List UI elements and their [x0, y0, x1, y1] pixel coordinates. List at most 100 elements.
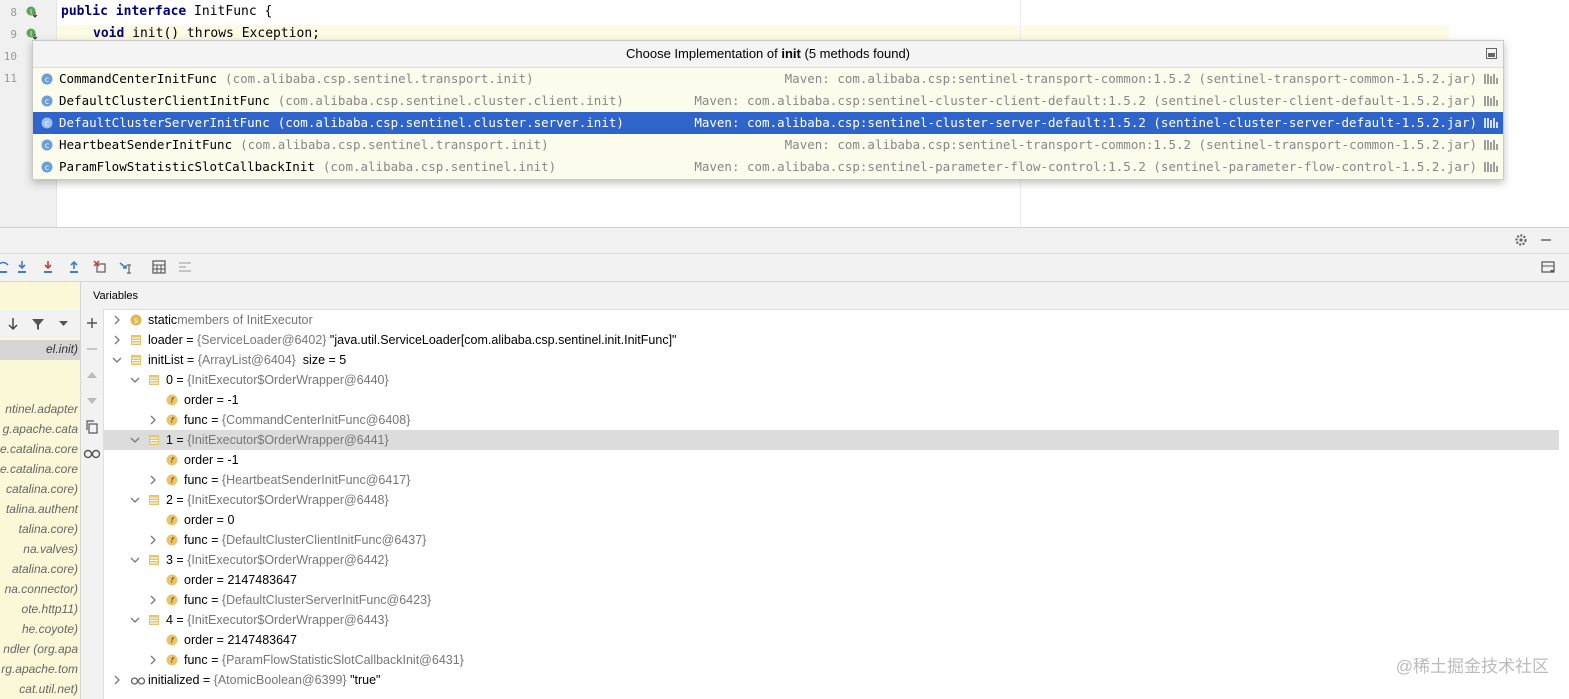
evaluate-expression-icon[interactable] [152, 260, 166, 274]
variable-row[interactable]: 0 = {InitExecutor$OrderWrapper@6440} [104, 370, 1559, 390]
variable-equals: = [199, 673, 214, 687]
variable-row[interactable]: s staticmembers of InitExecutor [104, 310, 1559, 330]
move-down-icon[interactable] [85, 394, 99, 408]
variable-row[interactable]: f func = {DefaultClusterClientInitFunc@64… [104, 530, 1559, 550]
move-up-icon[interactable] [85, 368, 99, 382]
chevron-down-icon[interactable] [130, 495, 140, 505]
chevron-right-icon[interactable] [112, 675, 122, 685]
implementation-item[interactable]: c DefaultClusterClientInitFunc (com.alibab… [33, 90, 1503, 112]
chevron-right-icon[interactable] [148, 595, 158, 605]
stack-frame[interactable]: el.init) [46, 342, 78, 356]
add-watch-icon[interactable] [85, 316, 99, 330]
chevron-down-icon[interactable] [130, 435, 140, 445]
step-into-icon[interactable] [15, 260, 29, 274]
stack-frame[interactable]: atalina.core) [12, 562, 78, 576]
library-icon [1484, 118, 1498, 128]
stack-frame[interactable]: ndler (org.apa [3, 642, 78, 656]
chevron-right-icon[interactable] [148, 655, 158, 665]
variable-row[interactable]: f order = -1 [104, 390, 1559, 410]
class-icon: c [41, 95, 53, 107]
class-name: DefaultClusterServerInitFunc [59, 115, 270, 130]
variable-row[interactable]: 4 = {InitExecutor$OrderWrapper@6443} [104, 610, 1559, 630]
variable-row[interactable]: f func = {ParamFlowStatisticSlotCallbackI… [104, 650, 1559, 670]
chevron-down-icon[interactable] [112, 355, 122, 365]
stack-frame[interactable]: na.valves) [23, 542, 78, 556]
minimize-icon[interactable] [1539, 233, 1553, 247]
implemented-method-gutter-icon[interactable]: I [26, 28, 38, 40]
remove-watch-icon[interactable] [85, 342, 99, 356]
implementation-item[interactable]: c DefaultClusterServerInitFunc (com.alibab… [33, 112, 1503, 134]
library-icon [1484, 162, 1498, 172]
stack-frame[interactable]: he.coyote) [22, 622, 78, 636]
stack-frame[interactable]: e.catalina.core [0, 442, 78, 456]
drop-frame-icon[interactable] [93, 260, 107, 274]
stack-frame[interactable]: ote.http11) [22, 602, 78, 616]
force-step-into-icon[interactable] [41, 260, 55, 274]
run-to-cursor-icon[interactable] [119, 260, 133, 274]
chevron-down-icon[interactable] [130, 555, 140, 565]
field-icon: f [166, 574, 178, 586]
chevron-right-icon[interactable] [112, 315, 122, 325]
show-watches-icon[interactable] [83, 446, 101, 460]
gear-icon[interactable] [1514, 233, 1528, 247]
variable-type: {HeartbeatSenderInitFunc@6417} [221, 473, 411, 487]
stack-frame[interactable]: talina.core) [19, 522, 78, 536]
implementation-item[interactable]: c CommandCenterInitFunc (com.alibaba.csp.s… [33, 68, 1503, 90]
code-line-8[interactable]: public interface InitFunc { [61, 4, 272, 19]
library-icon [1484, 140, 1498, 150]
arrow-down-icon[interactable] [6, 317, 20, 331]
variable-name: initialized [148, 673, 200, 687]
filter-icon[interactable] [31, 317, 45, 331]
variable-row[interactable]: f order = 2147483647 [104, 630, 1559, 650]
variable-row[interactable]: f func = {HeartbeatSenderInitFunc@6417} [104, 470, 1559, 490]
frames-list[interactable]: el.init) ntinel.adapter g.apache.cata e.cat… [0, 282, 81, 699]
stack-frame[interactable]: talina.authent [6, 502, 78, 516]
stack-frame[interactable]: ntinel.adapter [5, 402, 78, 416]
variable-row[interactable]: 1 = {InitExecutor$OrderWrapper@6441} [104, 430, 1559, 450]
variable-row[interactable]: f order = 0 [104, 510, 1559, 530]
variable-equals: = [207, 533, 222, 547]
variable-type: {InitExecutor$OrderWrapper@6443} [187, 613, 389, 627]
copy-icon[interactable] [85, 420, 99, 434]
stack-frame[interactable]: rg.apache.tom [1, 662, 78, 676]
code-line-9[interactable]: void init() throws Exception; [93, 26, 320, 41]
stack-frame[interactable]: catalina.core) [6, 482, 78, 496]
maven-artifact: Maven: com.alibaba.csp:sentinel-paramete… [694, 159, 1477, 174]
stack-frame[interactable]: na.connector) [5, 582, 78, 596]
variable-row[interactable]: f order = 2147483647 [104, 570, 1559, 590]
variable-row[interactable]: initialized = {AtomicBoolean@6399} "true… [104, 670, 1559, 690]
chevron-right-icon[interactable] [148, 475, 158, 485]
variable-row[interactable]: f func = {DefaultClusterServerInitFunc@64… [104, 590, 1559, 610]
variable-row[interactable]: f func = {CommandCenterInitFunc@6408} [104, 410, 1559, 430]
chevron-right-icon[interactable] [112, 335, 122, 345]
variable-row[interactable]: initList = {ArrayList@6404} size = 5 [104, 350, 1559, 370]
choose-implementation-popup[interactable]: Choose Implementation of init (5 methods… [32, 40, 1504, 180]
variable-row[interactable]: 3 = {InitExecutor$OrderWrapper@6442} [104, 550, 1559, 570]
variable-name: order [184, 453, 214, 467]
stack-frame[interactable]: e.catalina.core [0, 462, 78, 476]
trace-current-stream-icon[interactable] [178, 260, 192, 274]
implementation-name: ParamFlowStatisticSlotCallbackInit (com.a… [59, 156, 556, 178]
variable-equals: = [207, 593, 222, 607]
variables-tree[interactable]: s staticmembers of InitExecutor loader = {… [104, 310, 1569, 699]
chevron-right-icon[interactable] [148, 535, 158, 545]
implementation-item[interactable]: c ParamFlowStatisticSlotCallbackInit (com.… [33, 156, 1503, 178]
step-out-icon[interactable] [67, 260, 81, 274]
variable-row[interactable]: f order = -1 [104, 450, 1559, 470]
implemented-by-gutter-icon[interactable]: I [26, 6, 38, 18]
variable-text: 3 = {InitExecutor$OrderWrapper@6442} [166, 550, 389, 570]
layout-settings-icon[interactable] [1541, 260, 1555, 274]
variable-name: order [184, 393, 214, 407]
stack-frame[interactable]: g.apache.cata [3, 422, 78, 436]
open-in-find-window-icon[interactable] [1486, 48, 1497, 59]
chevron-down-icon[interactable] [130, 615, 140, 625]
variable-row[interactable]: loader = {ServiceLoader@6402} "java.util… [104, 330, 1559, 350]
variable-row[interactable]: 2 = {InitExecutor$OrderWrapper@6448} [104, 490, 1559, 510]
stack-frame[interactable]: cat.util.net) [19, 682, 78, 696]
implementation-item[interactable]: c HeartbeatSenderInitFunc (com.alibaba.csp… [33, 134, 1503, 156]
step-over-icon[interactable] [0, 260, 10, 274]
chevron-down-icon[interactable] [130, 375, 140, 385]
implementation-list[interactable]: c CommandCenterInitFunc (com.alibaba.csp.s… [33, 68, 1503, 178]
chevron-down-icon[interactable] [58, 320, 69, 328]
chevron-right-icon[interactable] [148, 415, 158, 425]
